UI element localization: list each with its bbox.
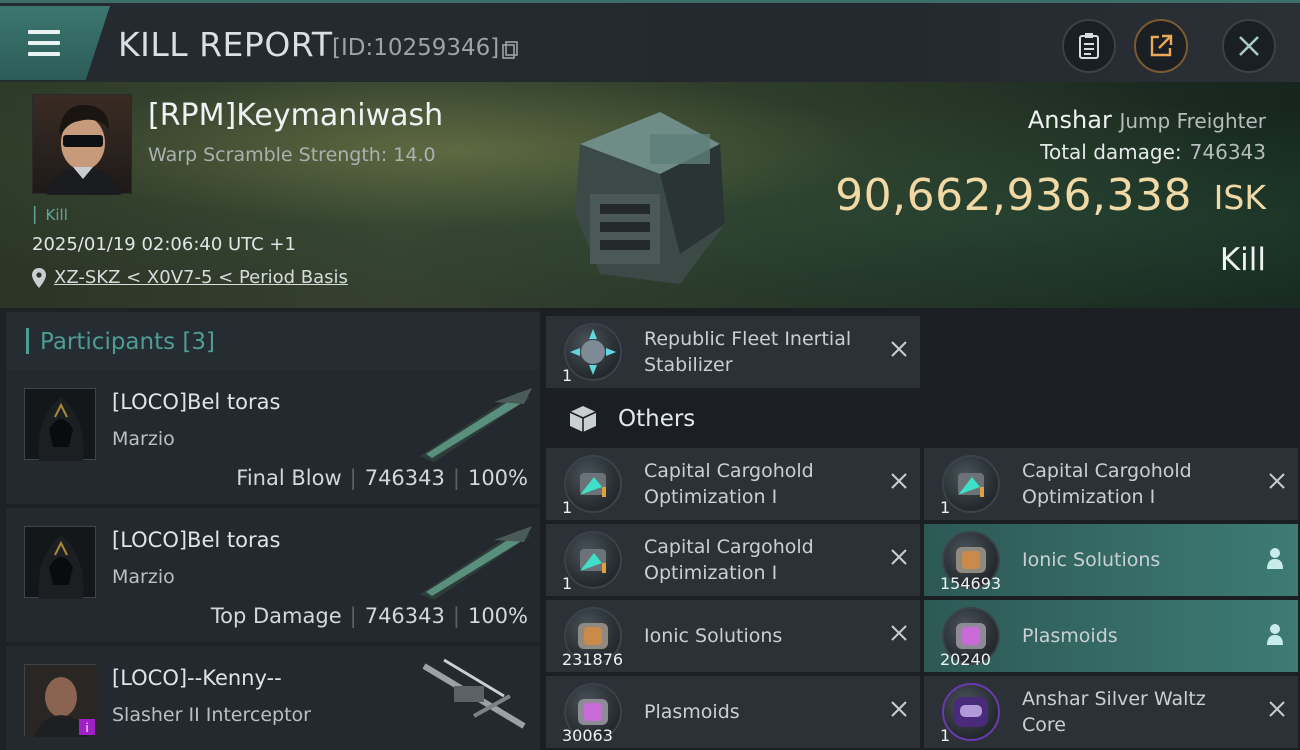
- participant-ship-image: [422, 658, 526, 729]
- item-entry[interactable]: 1 Republic Fleet Inertial Stabilizer: [546, 316, 920, 388]
- share-button[interactable]: [1134, 19, 1188, 73]
- participant-ship: Slasher II Interceptor: [112, 704, 311, 726]
- item-name: Ionic Solutions: [1022, 549, 1161, 571]
- item-quantity: 1: [562, 574, 573, 593]
- destroyed-x-icon: [891, 341, 907, 357]
- participant-name[interactable]: [LOCO]Bel toras: [112, 390, 280, 414]
- item-entry-dropped[interactable]: 154693 Ionic Solutions: [924, 524, 1298, 596]
- item-entry[interactable]: 1 Capital Cargohold Optimization I: [546, 448, 920, 520]
- ship-core-icon: [942, 683, 1000, 741]
- item-name: Ionic Solutions: [644, 625, 783, 647]
- participant-ship: Marzio: [112, 566, 175, 588]
- destroyed-x-icon: [1269, 701, 1285, 717]
- participant-row[interactable]: [LOCO]Bel toras Marzio Top Damage | 746343…: [6, 508, 540, 642]
- kill-datetime: 2025/01/19 02:06:40 UTC +1: [32, 234, 296, 255]
- cube-icon: [569, 406, 597, 432]
- participant-stats: Final Blow | 746343 | 100%: [236, 466, 528, 490]
- victim-avatar[interactable]: [32, 94, 132, 195]
- participant-avatar[interactable]: [24, 526, 96, 599]
- kill-tag: ▏Kill: [34, 206, 68, 224]
- item-quantity: 1: [940, 726, 951, 745]
- person-icon: [1267, 624, 1283, 645]
- top-bar: KILL REPORT [ID:10259346]: [0, 0, 1300, 82]
- destroyed-x-icon: [891, 701, 907, 717]
- copy-icon[interactable]: [502, 41, 518, 59]
- item-name: Capital Cargohold Optimization I: [1022, 460, 1192, 508]
- item-entry[interactable]: 1 Anshar Silver Waltz Core: [924, 676, 1298, 748]
- bald-pilot-icon: i: [25, 665, 97, 737]
- location-pin-icon: [32, 268, 46, 288]
- participant-row[interactable]: i [LOCO]--Kenny-- Slasher II Interceptor: [6, 646, 540, 750]
- participant-name[interactable]: [LOCO]Bel toras: [112, 528, 280, 552]
- item-quantity: 1: [562, 498, 573, 517]
- pilot-portrait-icon: [47, 104, 121, 195]
- isk-unit: ISK: [1213, 178, 1266, 217]
- item-quantity: 20240: [940, 650, 991, 669]
- destroyed-x-icon: [1269, 473, 1285, 489]
- item-entry[interactable]: 1 Capital Cargohold Optimization I: [546, 524, 920, 596]
- participant-avatar[interactable]: i: [24, 664, 97, 737]
- victim-summary: [RPM]Keymaniwash Warp Scramble Strength:…: [0, 82, 1300, 308]
- cargohold-rig-icon: [564, 455, 622, 513]
- report-id: [ID:10259346]: [332, 35, 500, 61]
- item-quantity: 1: [940, 498, 951, 517]
- item-quantity: 1: [562, 366, 573, 385]
- destroyed-x-icon: [891, 625, 907, 641]
- destroyed-x-icon: [891, 473, 907, 489]
- share-icon: [1150, 34, 1173, 57]
- participant-ship-image: [420, 526, 532, 600]
- page-title: KILL REPORT: [118, 25, 333, 64]
- clipboard-icon: [1079, 33, 1099, 59]
- total-damage: Total damage: 746343: [1040, 140, 1266, 164]
- item-entry[interactable]: 30063 Plasmoids: [546, 676, 920, 748]
- hamburger-icon: [28, 30, 60, 58]
- item-quantity: 231876: [562, 650, 624, 669]
- cargohold-rig-icon: [564, 531, 622, 589]
- kill-type: Kill: [1219, 242, 1266, 278]
- victim-ship-image: [575, 112, 725, 284]
- menu-button[interactable]: [0, 6, 110, 80]
- participant-ship: Marzio: [112, 428, 175, 450]
- ship-name[interactable]: Anshar Jump Freighter: [1028, 106, 1266, 134]
- close-button[interactable]: [1222, 19, 1276, 73]
- item-name: Capital Cargohold Optimization I: [644, 460, 814, 508]
- isk-value: 90,662,936,338: [835, 170, 1192, 221]
- item-name: Plasmoids: [1022, 625, 1118, 647]
- others-section-header: Others: [546, 392, 1300, 444]
- close-icon: [1239, 36, 1259, 56]
- destroyed-x-icon: [891, 549, 907, 565]
- participant-name[interactable]: [LOCO]--Kenny--: [112, 666, 282, 690]
- participant-avatar[interactable]: [24, 388, 96, 461]
- item-name: Capital Cargohold Optimization I: [644, 536, 814, 584]
- hooded-pilot-icon: [38, 397, 84, 461]
- person-icon: [1267, 548, 1283, 569]
- item-entry[interactable]: 1 Capital Cargohold Optimization I: [924, 448, 1298, 520]
- inertial-stabilizer-icon: [564, 323, 622, 381]
- item-name: Republic Fleet Inertial Stabilizer: [644, 328, 852, 376]
- hooded-pilot-icon: [38, 535, 84, 599]
- participant-ship-image: [420, 388, 532, 462]
- warp-scramble-strength: Warp Scramble Strength: 14.0: [148, 144, 436, 166]
- svg-text:i: i: [85, 721, 88, 735]
- cargohold-rig-icon: [942, 455, 1000, 513]
- item-quantity: 30063: [562, 726, 613, 745]
- clipboard-button[interactable]: [1062, 19, 1116, 73]
- item-name: Plasmoids: [644, 701, 740, 723]
- item-name: Anshar Silver Waltz Core: [1022, 688, 1206, 736]
- participant-stats: Top Damage | 746343 | 100%: [210, 604, 528, 628]
- victim-name[interactable]: [RPM]Keymaniwash: [148, 98, 443, 133]
- item-entry-dropped[interactable]: 20240 Plasmoids: [924, 600, 1298, 672]
- participants-panel[interactable]: Participants [3] [LOCO]Bel toras Marzio …: [0, 308, 540, 750]
- item-quantity: 154693: [940, 574, 1002, 593]
- participants-header: Participants [3]: [6, 312, 540, 370]
- location-link[interactable]: XZ-SKZ < X0V7-5 < Period Basis: [54, 267, 348, 288]
- item-entry[interactable]: 231876 Ionic Solutions: [546, 600, 920, 672]
- participant-row[interactable]: [LOCO]Bel toras Marzio Final Blow | 746343…: [6, 370, 540, 504]
- items-panel[interactable]: 1 Republic Fleet Inertial Stabilizer Oth…: [540, 308, 1300, 750]
